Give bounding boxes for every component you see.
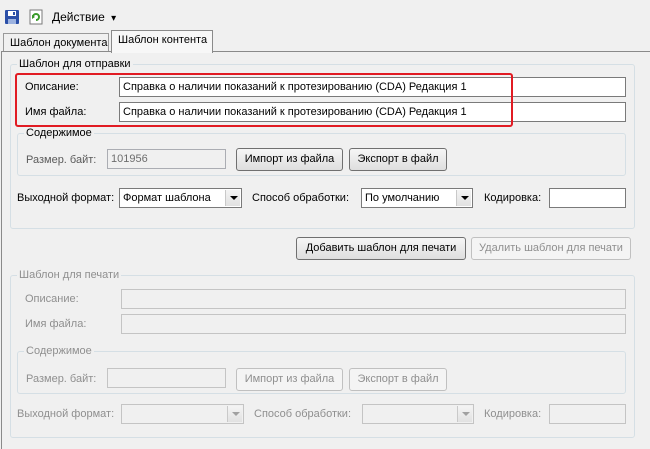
encoding-field[interactable] xyxy=(549,188,626,208)
print-template-legend: Шаблон для печати xyxy=(19,269,120,281)
export-to-file-button[interactable]: Экспорт в файл xyxy=(349,148,447,171)
action-menu[interactable]: Действие ▾ xyxy=(52,10,116,24)
processing-label: Способ обработки: xyxy=(252,192,349,204)
tab-document-template[interactable]: Шаблон документа xyxy=(3,33,109,53)
delete-print-template-button: Удалить шаблон для печати xyxy=(471,237,631,260)
toolbar: Действие ▾ xyxy=(0,0,650,30)
output-format-label: Выходной формат: xyxy=(17,192,115,204)
print-size-field xyxy=(107,368,226,388)
size-field: 101956 xyxy=(107,149,226,169)
processing-value: По умолчанию xyxy=(365,192,440,204)
print-description-field xyxy=(121,289,626,309)
print-output-format-select xyxy=(121,404,244,424)
chevron-down-icon[interactable] xyxy=(456,190,471,206)
print-filename-label: Имя файла: xyxy=(25,318,87,330)
print-encoding-label: Кодировка: xyxy=(484,408,542,420)
print-filename-field xyxy=(121,314,626,334)
highlight-box xyxy=(15,73,513,127)
print-import-from-file-button: Импорт из файла xyxy=(236,368,343,391)
output-format-select[interactable]: Формат шаблона xyxy=(119,188,242,208)
print-encoding-field xyxy=(549,404,626,424)
processing-select[interactable]: По умолчанию xyxy=(361,188,473,208)
content-legend: Содержимое xyxy=(26,127,92,139)
chevron-down-icon xyxy=(227,406,242,422)
chevron-down-icon[interactable] xyxy=(225,190,240,206)
tab-content-template[interactable]: Шаблон контента xyxy=(111,30,213,53)
chevron-down-icon: ▾ xyxy=(111,13,117,24)
tab-label: Шаблон документа xyxy=(10,37,108,49)
save-icon[interactable] xyxy=(4,9,20,25)
print-output-format-label: Выходной формат: xyxy=(17,408,115,420)
print-content-legend: Содержимое xyxy=(26,345,92,357)
add-print-template-button[interactable]: Добавить шаблон для печати xyxy=(296,237,466,260)
chevron-down-icon xyxy=(457,406,472,422)
encoding-label: Кодировка: xyxy=(484,192,542,204)
action-menu-label: Действие xyxy=(52,10,105,24)
print-processing-label: Способ обработки: xyxy=(254,408,351,420)
print-description-label: Описание: xyxy=(25,293,79,305)
send-template-legend: Шаблон для отправки xyxy=(19,58,131,70)
print-export-to-file-button: Экспорт в файл xyxy=(349,368,447,391)
import-from-file-button[interactable]: Импорт из файла xyxy=(236,148,343,171)
print-processing-select xyxy=(362,404,474,424)
refresh-icon[interactable] xyxy=(28,9,44,25)
print-size-label: Размер. байт: xyxy=(26,373,97,385)
output-format-value: Формат шаблона xyxy=(123,192,211,204)
tab-label: Шаблон контента xyxy=(118,34,208,46)
size-label: Размер. байт: xyxy=(26,154,97,166)
